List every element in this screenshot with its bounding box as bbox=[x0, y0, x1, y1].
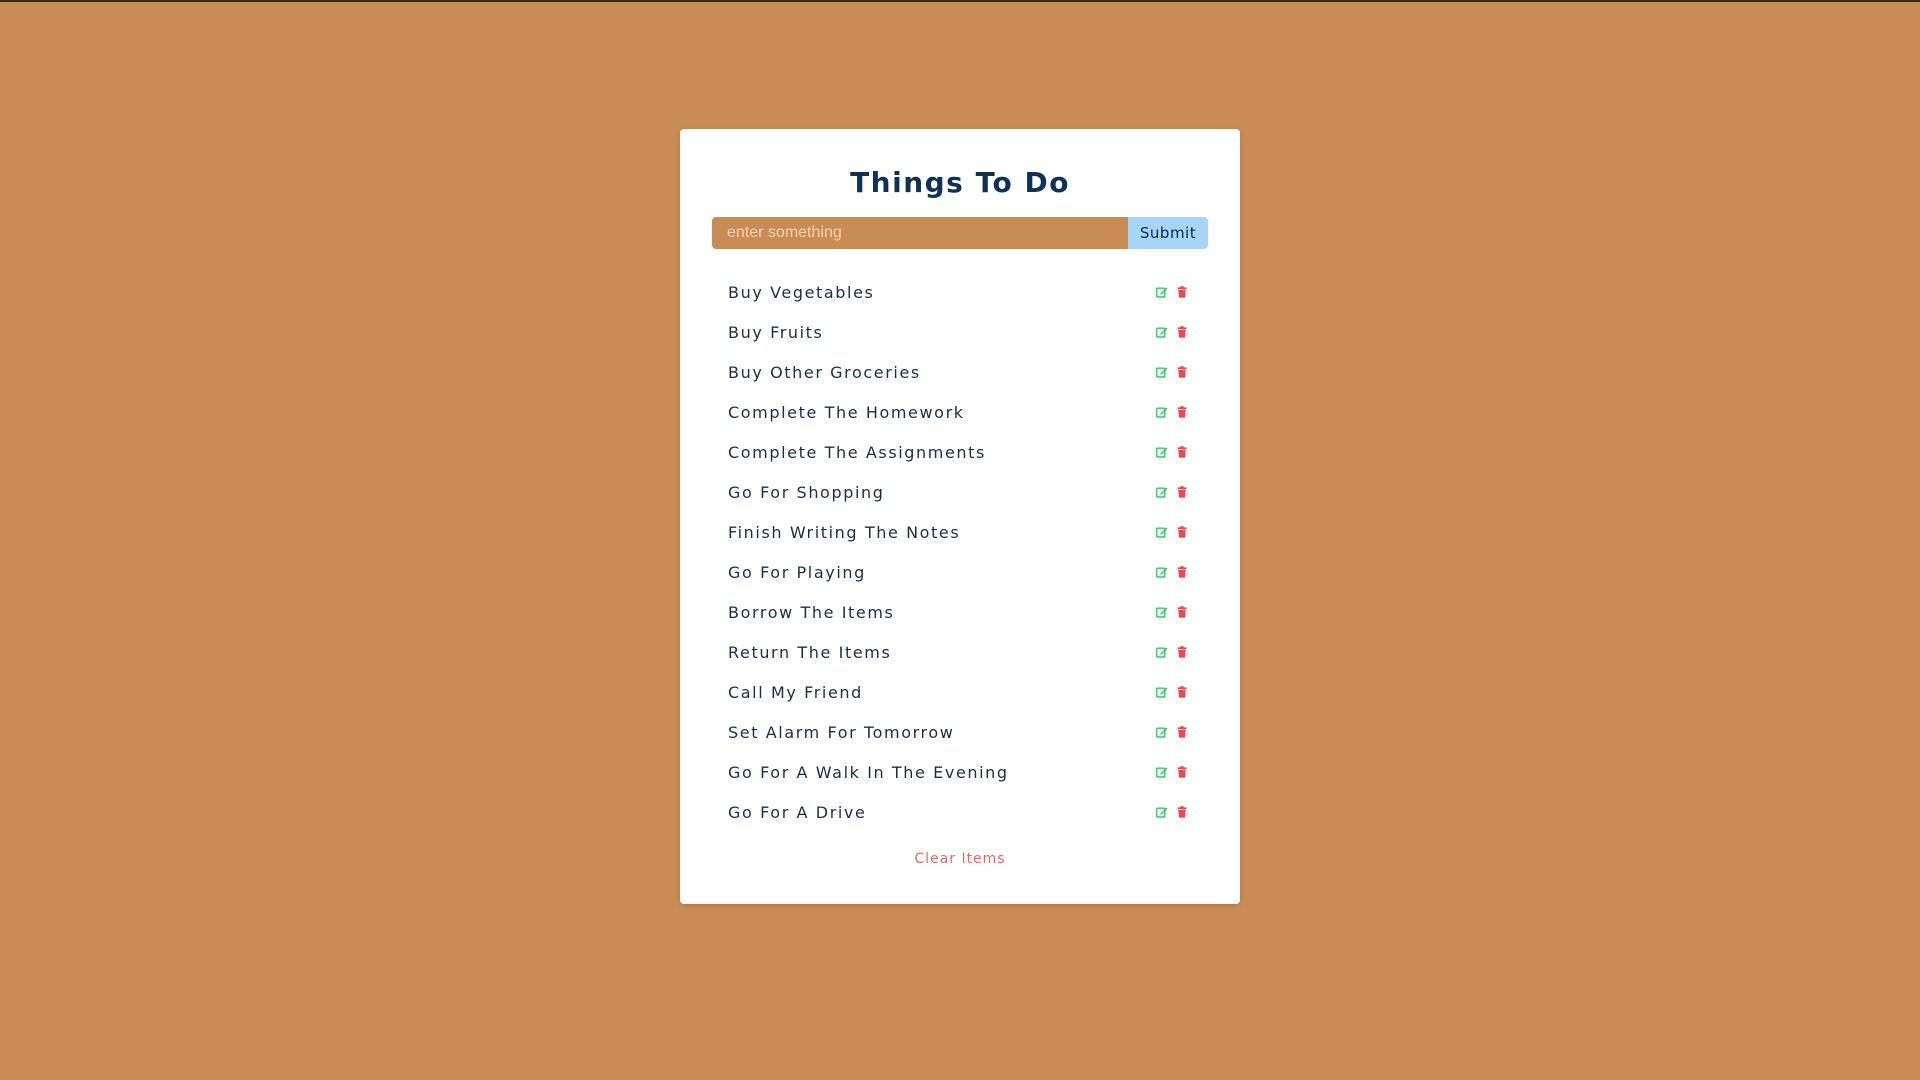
todo-list: Buy Vegetables Buy Fruits Buy Other Groc… bbox=[712, 272, 1208, 832]
edit-icon[interactable] bbox=[1156, 566, 1168, 578]
item-actions bbox=[1156, 566, 1188, 578]
item-label: Go For Playing bbox=[728, 562, 866, 582]
list-item: Return The Items bbox=[712, 632, 1208, 672]
list-item: Complete The Assignments bbox=[712, 432, 1208, 472]
page-title: Things To Do bbox=[850, 166, 1070, 199]
list-item: Buy Fruits bbox=[712, 312, 1208, 352]
trash-icon[interactable] bbox=[1176, 486, 1188, 498]
clear-items-button[interactable]: Clear Items bbox=[914, 851, 1005, 867]
item-actions bbox=[1156, 326, 1188, 338]
item-actions bbox=[1156, 686, 1188, 698]
add-item-form: Submit bbox=[712, 217, 1208, 249]
item-label: Call My Friend bbox=[728, 682, 863, 702]
item-actions bbox=[1156, 766, 1188, 778]
trash-icon[interactable] bbox=[1176, 726, 1188, 738]
item-label: Go For A Drive bbox=[728, 802, 867, 822]
edit-icon[interactable] bbox=[1156, 526, 1168, 538]
trash-icon[interactable] bbox=[1176, 806, 1188, 818]
submit-button[interactable]: Submit bbox=[1128, 217, 1208, 249]
item-actions bbox=[1156, 406, 1188, 418]
edit-icon[interactable] bbox=[1156, 486, 1168, 498]
item-label: Complete The Homework bbox=[728, 402, 965, 422]
item-actions bbox=[1156, 726, 1188, 738]
item-label: Buy Other Groceries bbox=[728, 362, 921, 382]
item-actions bbox=[1156, 806, 1188, 818]
list-item: Finish Writing The Notes bbox=[712, 512, 1208, 552]
item-input[interactable] bbox=[712, 217, 1128, 249]
list-item: Complete The Homework bbox=[712, 392, 1208, 432]
edit-icon[interactable] bbox=[1156, 366, 1168, 378]
trash-icon[interactable] bbox=[1176, 406, 1188, 418]
trash-icon[interactable] bbox=[1176, 686, 1188, 698]
item-label: Borrow The Items bbox=[728, 602, 895, 622]
trash-icon[interactable] bbox=[1176, 446, 1188, 458]
list-item: Go For A Walk In The Evening bbox=[712, 752, 1208, 792]
list-item: Call My Friend bbox=[712, 672, 1208, 712]
item-actions bbox=[1156, 286, 1188, 298]
trash-icon[interactable] bbox=[1176, 646, 1188, 658]
item-label: Finish Writing The Notes bbox=[728, 522, 961, 542]
edit-icon[interactable] bbox=[1156, 726, 1168, 738]
list-item: Buy Other Groceries bbox=[712, 352, 1208, 392]
trash-icon[interactable] bbox=[1176, 366, 1188, 378]
item-label: Complete The Assignments bbox=[728, 442, 986, 462]
todo-card: Things To Do Submit Buy Vegetables bbox=[680, 129, 1240, 904]
item-actions bbox=[1156, 486, 1188, 498]
item-label: Go For Shopping bbox=[728, 482, 885, 502]
edit-icon[interactable] bbox=[1156, 686, 1168, 698]
list-item: Set Alarm For Tomorrow bbox=[712, 712, 1208, 752]
edit-icon[interactable] bbox=[1156, 766, 1168, 778]
edit-icon[interactable] bbox=[1156, 406, 1168, 418]
trash-icon[interactable] bbox=[1176, 526, 1188, 538]
item-label: Return The Items bbox=[728, 642, 892, 662]
list-item: Go For Shopping bbox=[712, 472, 1208, 512]
list-item: Borrow The Items bbox=[712, 592, 1208, 632]
edit-icon[interactable] bbox=[1156, 606, 1168, 618]
top-border bbox=[0, 0, 1920, 2]
edit-icon[interactable] bbox=[1156, 806, 1168, 818]
item-actions bbox=[1156, 526, 1188, 538]
trash-icon[interactable] bbox=[1176, 326, 1188, 338]
trash-icon[interactable] bbox=[1176, 606, 1188, 618]
list-item: Buy Vegetables bbox=[712, 272, 1208, 312]
item-actions bbox=[1156, 646, 1188, 658]
item-label: Set Alarm For Tomorrow bbox=[728, 722, 955, 742]
item-actions bbox=[1156, 606, 1188, 618]
edit-icon[interactable] bbox=[1156, 646, 1168, 658]
edit-icon[interactable] bbox=[1156, 446, 1168, 458]
item-label: Buy Vegetables bbox=[728, 282, 875, 302]
clear-row: Clear Items bbox=[712, 848, 1208, 867]
item-label: Buy Fruits bbox=[728, 322, 824, 342]
trash-icon[interactable] bbox=[1176, 286, 1188, 298]
list-item: Go For Playing bbox=[712, 552, 1208, 592]
trash-icon[interactable] bbox=[1176, 566, 1188, 578]
trash-icon[interactable] bbox=[1176, 766, 1188, 778]
edit-icon[interactable] bbox=[1156, 286, 1168, 298]
item-actions bbox=[1156, 366, 1188, 378]
list-item: Go For A Drive bbox=[712, 792, 1208, 832]
item-actions bbox=[1156, 446, 1188, 458]
item-label: Go For A Walk In The Evening bbox=[728, 762, 1009, 782]
edit-icon[interactable] bbox=[1156, 326, 1168, 338]
